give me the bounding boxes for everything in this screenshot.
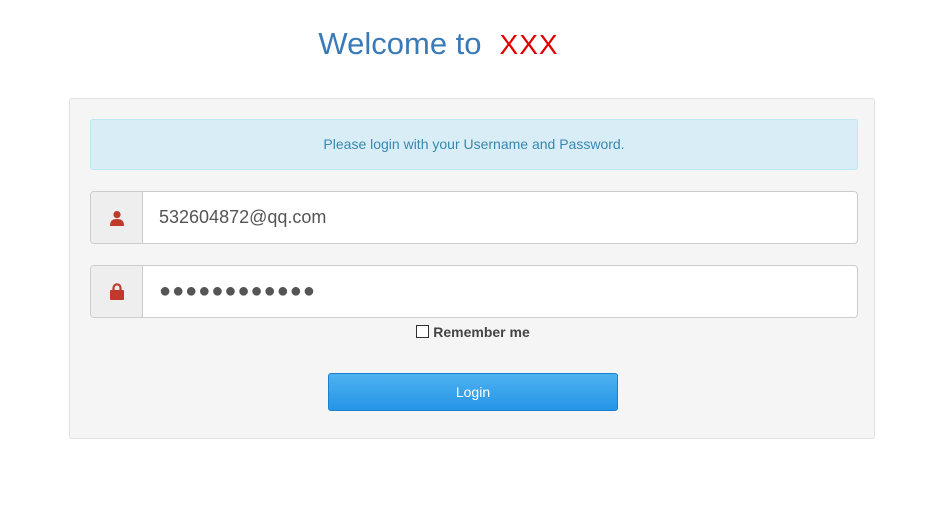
lock-icon xyxy=(91,266,143,317)
username-input[interactable] xyxy=(143,192,857,243)
login-panel: Please login with your Username and Pass… xyxy=(69,98,875,439)
login-info-alert: Please login with your Username and Pass… xyxy=(90,119,858,170)
password-input-group xyxy=(90,265,858,318)
page-title: Welcome to XXX xyxy=(0,24,877,65)
login-button[interactable]: Login xyxy=(328,373,618,411)
remember-me-checkbox[interactable] xyxy=(416,325,430,338)
login-page: Welcome to XXX Please login with your Use… xyxy=(0,0,934,519)
password-input[interactable] xyxy=(143,266,857,317)
username-input-group xyxy=(90,191,858,244)
brand-name: XXX xyxy=(499,29,559,60)
welcome-text: Welcome to xyxy=(318,26,482,61)
remember-me-label: Remember me xyxy=(433,324,530,340)
remember-me[interactable]: Remember me xyxy=(70,324,876,340)
user-icon xyxy=(91,192,143,243)
